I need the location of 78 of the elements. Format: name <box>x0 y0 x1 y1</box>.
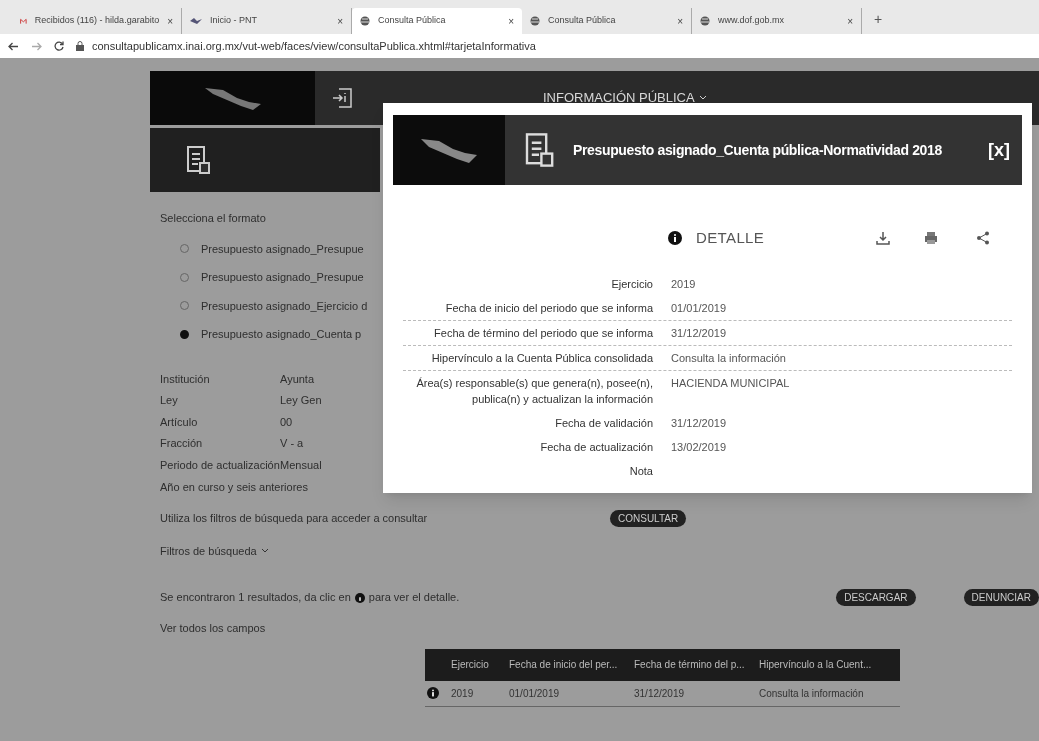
table-cell-text: 01/01/2019 <box>509 686 561 701</box>
globe-icon <box>700 16 710 26</box>
detail-label: Hipervínculo a la Cuenta Pública consolidada <box>430 350 653 366</box>
chevron-down-icon <box>698 95 707 101</box>
format-option[interactable]: Presupuesto asignado_Ejercicio d <box>201 297 368 314</box>
back-icon[interactable] <box>8 41 19 51</box>
table-cell-text: Consulta la información <box>759 686 865 701</box>
detail-value: 31/12/2019 <box>671 415 727 431</box>
detail-label: Área(s) responsable(s) que genera(n), posee(n), publica(n) y actualizan la información <box>415 375 653 407</box>
field-value: 00 <box>280 414 293 430</box>
results-text: para ver el detalle. <box>368 590 460 606</box>
detail-label: Fecha de término del periodo que se informa <box>433 325 653 341</box>
document-icon <box>185 145 211 175</box>
globe-icon <box>360 16 370 26</box>
detail-value: HACIENDA MUNICIPAL <box>671 375 790 391</box>
field-value: Ayunta <box>280 371 315 387</box>
field-label: Fracción <box>160 436 204 451</box>
reload-icon[interactable] <box>54 41 64 51</box>
format-option[interactable]: Presupuesto asignado_Presupue <box>201 240 364 257</box>
column-header[interactable]: Ejercicio <box>451 657 509 672</box>
format-option[interactable]: Presupuesto asignado_Cuenta p <box>201 326 362 343</box>
download-icon[interactable] <box>876 231 891 246</box>
field-value: Mensual <box>280 457 322 473</box>
globe-icon <box>530 16 540 26</box>
close-button[interactable]: × <box>337 13 343 29</box>
new-tab-button[interactable]: + <box>874 9 883 30</box>
close-button[interactable]: × <box>508 13 514 29</box>
share-icon[interactable] <box>976 231 991 246</box>
column-header[interactable]: Hipervínculo a la Cuent... <box>759 657 899 672</box>
filters-toggle[interactable]: Filtros de búsqueda <box>160 542 257 559</box>
detail-label: Fecha de inicio del periodo que se informa <box>444 300 653 316</box>
info-icon[interactable] <box>331 87 353 109</box>
lock-icon <box>76 41 84 51</box>
results-text: Se encontraron 1 resultados, da clic en <box>160 590 351 606</box>
close-button[interactable]: × <box>677 13 683 29</box>
detail-label: Fecha de validación <box>554 415 653 431</box>
filter-hint: Utiliza los filtros de búsqueda para acceder a consultar <box>160 511 428 524</box>
detail-value: 13/02/2019 <box>671 439 727 455</box>
field-value: V - a <box>280 436 304 451</box>
table-cell-text: 31/12/2019 <box>634 686 686 701</box>
detail-value: Consulta la información <box>671 350 786 366</box>
detail-value: 01/01/2019 <box>671 300 727 316</box>
document-icon <box>523 132 555 168</box>
info-icon[interactable] <box>427 687 439 699</box>
detail-label: Ejercicio <box>610 276 653 292</box>
column-header[interactable]: Fecha de término del p... <box>634 657 759 672</box>
period-note: Año en curso y seis anteriores <box>160 480 308 495</box>
bird-icon <box>190 17 202 25</box>
radio-button[interactable] <box>180 329 189 339</box>
close-button[interactable]: [x] <box>988 136 1010 164</box>
detail-value: 2019 <box>671 276 696 292</box>
consult-button[interactable]: CONSULTAR <box>610 509 687 527</box>
detail-value: 31/12/2019 <box>671 325 727 341</box>
mail-icon <box>20 16 27 26</box>
format-prompt: Selecciona el formato <box>160 211 266 226</box>
info-icon <box>354 592 365 603</box>
format-option[interactable]: Presupuesto asignado_Presupue <box>201 269 364 286</box>
download-button[interactable]: DESCARGAR <box>836 589 916 606</box>
detail-label: Fecha de actualización <box>539 439 653 455</box>
field-label: Periodo de actualización <box>160 457 280 473</box>
column-header[interactable]: Fecha de inicio del per... <box>509 657 634 672</box>
modal-title: Presupuesto asignado_Cuenta pública-Normatividad 2018 <box>573 140 942 160</box>
nav-menu[interactable]: INFORMACIÓN PÚBLICA <box>543 88 707 108</box>
chevron-down-icon <box>260 547 269 554</box>
browser-tab[interactable]: Consulta Pública × <box>352 8 522 34</box>
table-cell-text: 2019 <box>451 686 475 701</box>
info-icon <box>668 231 682 246</box>
field-label: Institución <box>160 371 211 387</box>
field-label: Ley <box>160 393 179 408</box>
section-title: DETALLE <box>696 228 765 248</box>
field-label: Artículo <box>160 414 199 430</box>
close-button[interactable]: × <box>847 13 853 29</box>
close-button[interactable]: × <box>167 13 173 29</box>
all-fields-link[interactable]: Ver todos los campos <box>160 620 266 637</box>
print-icon[interactable] <box>924 231 939 246</box>
detail-label: Nota <box>628 463 653 479</box>
field-value: Ley Gen <box>280 393 322 408</box>
report-button[interactable]: DENUNCIAR <box>963 589 1039 606</box>
